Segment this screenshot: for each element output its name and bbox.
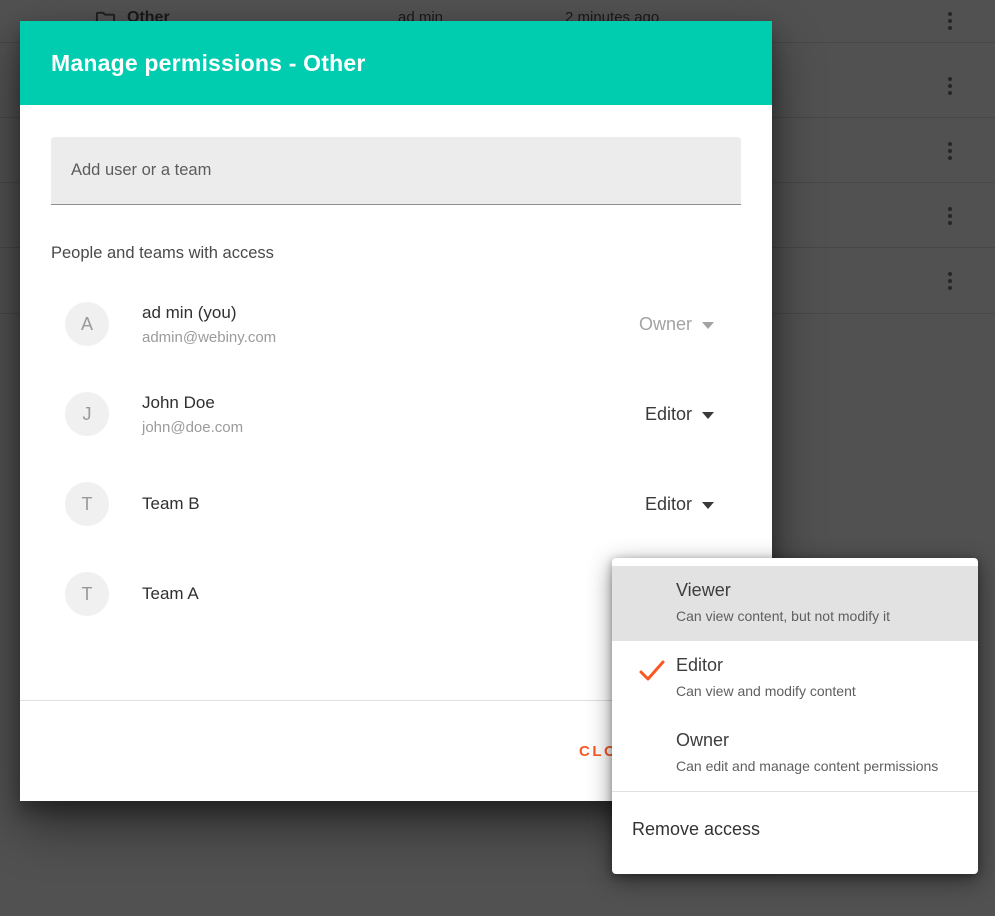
role-menu: Viewer Can view content, but not modify … [612,558,978,874]
add-user-or-team-input[interactable] [51,137,741,205]
section-label: People and teams with access [51,244,741,263]
kebab-menu-icon [942,272,958,290]
menu-item-editor[interactable]: Editor Can view and modify content [612,641,978,716]
kebab-menu-icon [942,142,958,160]
file-manager-screen: Other ad min 2 minutes ago Manage permis… [0,0,995,916]
team-name: Team B [142,494,200,514]
menu-item-description: Can edit and manage content permissions [676,758,958,774]
menu-item-viewer[interactable]: Viewer Can view content, but not modify … [612,566,978,641]
menu-item-description: Can view and modify content [676,683,958,699]
user-email: admin@webiny.com [142,329,276,346]
avatar: T [65,572,109,616]
role-select-owner: Owner [639,314,714,335]
kebab-menu-icon [942,207,958,225]
chevron-down-icon [702,502,714,509]
menu-item-label: Viewer [676,580,958,601]
user-email: john@doe.com [142,419,243,436]
role-select[interactable]: Editor [645,404,714,425]
role-select[interactable]: Editor [645,494,714,515]
menu-item-label: Owner [676,730,958,751]
dialog-title: Manage permissions - Other [51,50,366,77]
dialog-header: Manage permissions - Other [20,21,772,105]
user-name: ad min (you) [142,303,276,323]
menu-item-owner[interactable]: Owner Can edit and manage content permis… [612,716,978,791]
avatar: J [65,392,109,436]
kebab-menu-icon [942,12,958,30]
team-name: Team A [142,584,199,604]
menu-item-description: Can view content, but not modify it [676,608,958,624]
user-name: John Doe [142,393,243,413]
chevron-down-icon [702,412,714,419]
avatar: A [65,302,109,346]
list-item-user: A ad min (you) admin@webiny.com Owner [51,279,741,369]
check-icon [638,659,666,683]
kebab-menu-icon [942,77,958,95]
list-item-user: J John Doe john@doe.com Editor [51,369,741,459]
list-item-team: T Team B Editor [51,459,741,549]
chevron-down-icon [702,322,714,329]
avatar: T [65,482,109,526]
menu-item-remove-access[interactable]: Remove access [612,792,978,866]
menu-item-label: Editor [676,655,958,676]
